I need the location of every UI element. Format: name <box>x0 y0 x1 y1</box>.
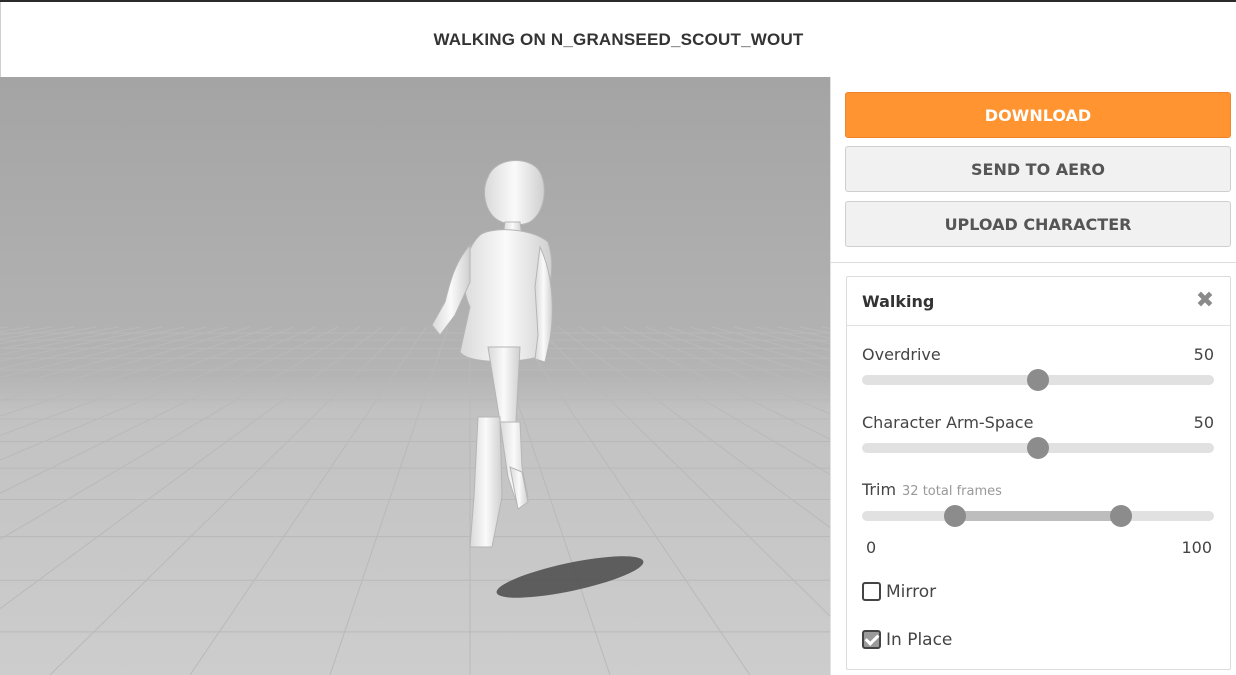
grid-line <box>0 326 31 332</box>
3d-viewport[interactable] <box>0 77 830 675</box>
grid-line <box>189 326 427 675</box>
grid-line <box>579 326 830 476</box>
grid-line <box>0 326 9 329</box>
overdrive-control: Overdrive 50 <box>862 345 1214 405</box>
grid-line <box>0 326 163 362</box>
upload-character-button[interactable]: UPLOAD CHARACTER <box>845 201 1231 247</box>
grid-line <box>755 326 830 345</box>
close-icon[interactable]: ✖ <box>1194 289 1216 311</box>
mirror-label: Mirror <box>886 582 937 602</box>
grid-line <box>0 326 119 350</box>
grid-line <box>601 326 830 440</box>
grid-line <box>0 326 251 402</box>
trim-label-text: Trim <box>862 480 897 499</box>
grid-line <box>0 326 185 370</box>
grid-line <box>49 326 405 675</box>
page-title: WALKING ON N_GRANSEED_SCOUT_WOUT <box>433 29 804 49</box>
overdrive-value: 50 <box>1193 345 1214 364</box>
page-header: WALKING ON N_GRANSEED_SCOUT_WOUT <box>0 2 1236 77</box>
grid-line <box>0 326 53 336</box>
arm-space-slider-thumb[interactable] <box>1027 437 1049 459</box>
arm-space-value: 50 <box>1193 413 1214 432</box>
grid-line <box>777 326 830 339</box>
trim-max-value: 100 <box>1181 538 1212 557</box>
grid-line <box>0 326 295 436</box>
grid-line <box>0 326 361 540</box>
mirror-checkbox[interactable]: Mirror <box>862 582 936 601</box>
overdrive-slider[interactable] <box>862 369 1214 391</box>
trim-label: Trim 32 total frames <box>862 480 1002 499</box>
in-place-label: In Place <box>886 630 953 650</box>
download-button[interactable]: DOWNLOAD <box>845 92 1231 138</box>
mirror-checkbox-box[interactable] <box>862 582 881 601</box>
in-place-checkbox[interactable]: In Place <box>862 630 952 649</box>
grid-line <box>711 326 830 360</box>
send-to-aero-button[interactable]: SEND TO AERO <box>845 146 1231 192</box>
trim-control: Trim 32 total frames 0 100 <box>862 480 1214 570</box>
grid-line <box>799 326 830 334</box>
trim-slider[interactable] <box>862 505 1214 527</box>
animation-title: Walking <box>862 292 935 311</box>
overdrive-slider-thumb[interactable] <box>1027 369 1049 391</box>
character-model[interactable] <box>431 160 553 548</box>
grid-line <box>645 326 830 396</box>
grid-line <box>0 326 339 494</box>
trim-frames-count: 32 total frames <box>902 484 1002 499</box>
scene-canvas[interactable] <box>0 77 830 675</box>
grid-line <box>0 326 141 356</box>
overdrive-label: Overdrive <box>862 345 941 364</box>
grid-line <box>0 326 75 340</box>
arm-space-label: Character Arm-Space <box>862 413 1034 432</box>
side-panel: DOWNLOAD SEND TO AERO UPLOAD CHARACTER W… <box>830 77 1236 675</box>
card-header: Walking ✖ <box>847 277 1230 326</box>
trim-start-thumb[interactable] <box>944 505 967 527</box>
in-place-checkbox-box[interactable] <box>862 630 881 649</box>
grid-line <box>513 326 751 675</box>
grid-line <box>0 326 317 461</box>
grid-line <box>557 326 830 529</box>
trim-range-fill <box>955 511 1121 521</box>
grid-line <box>535 326 830 617</box>
trim-end-thumb[interactable] <box>1109 505 1132 527</box>
trim-min-value: 0 <box>866 538 877 557</box>
floor-grid <box>0 326 830 675</box>
animation-settings-card: Walking ✖ Overdrive 50 Character Arm-Spa… <box>846 276 1231 670</box>
arm-space-slider[interactable] <box>862 437 1214 459</box>
grid-line <box>689 326 830 369</box>
panel-divider <box>831 262 1236 263</box>
grid-line <box>329 326 449 675</box>
grid-line <box>0 326 97 345</box>
grid-line <box>623 326 830 415</box>
arm-space-control: Character Arm-Space 50 <box>862 413 1214 473</box>
